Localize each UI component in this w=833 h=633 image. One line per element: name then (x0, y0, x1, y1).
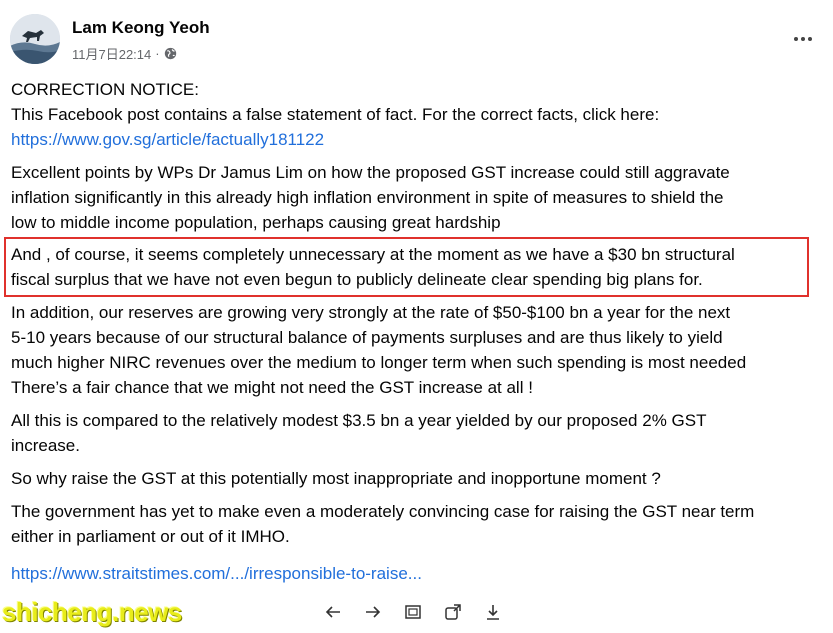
paragraph-3-line-4: There’s a fair chance that we might not … (11, 378, 533, 397)
post-meta: 11月7日22:14 · (72, 44, 177, 63)
paragraph-6-line-2: either in parliament or out of it IMHO. (11, 527, 290, 546)
arrow-left-icon[interactable] (322, 601, 343, 622)
post-body: CORRECTION NOTICE: This Facebook post co… (4, 77, 826, 586)
correction-text: This Facebook post contains a false stat… (11, 105, 660, 124)
paragraph-6-line-1: The government has yet to make even a mo… (11, 502, 755, 521)
paragraph-5: So why raise the GST at this potentially… (11, 469, 661, 488)
arrow-right-icon[interactable] (362, 601, 383, 622)
paragraph-2-line-1: And , of course, it seems completely unn… (11, 245, 735, 264)
paragraph-3-line-2: 5-10 years because of our structural bal… (11, 328, 723, 347)
correction-title: CORRECTION NOTICE: (11, 80, 199, 99)
highlighted-paragraph: And , of course, it seems completely unn… (4, 237, 809, 297)
correction-link[interactable]: https://www.gov.sg/article/factually1811… (11, 130, 324, 149)
download-icon[interactable] (482, 601, 503, 622)
post-timestamp[interactable]: 11月7日22:14 (72, 44, 151, 63)
author-name[interactable]: Lam Keong Yeoh (72, 18, 210, 38)
paragraph-4-line-2: increase. (11, 436, 80, 455)
paragraph-4-line-1: All this is compared to the relatively m… (11, 411, 707, 430)
paragraph-1-line-3: low to middle income population, perhaps… (11, 213, 501, 232)
image-toolbar (322, 601, 503, 622)
meta-separator: · (155, 46, 160, 61)
article-link[interactable]: https://www.straitstimes.com/.../irrespo… (11, 564, 422, 583)
paragraph-1-line-2: inflation significantly in this already … (11, 188, 724, 207)
watermark-logo: shicheng.news (2, 597, 182, 627)
share-icon[interactable] (442, 601, 463, 622)
more-options-icon[interactable] (789, 30, 817, 48)
paragraph-3-line-1: In addition, our reserves are growing ve… (11, 303, 731, 322)
globe-icon (164, 47, 177, 60)
paragraph-2-line-2: fiscal surplus that we have not even beg… (11, 270, 703, 289)
avatar[interactable] (10, 14, 60, 64)
frame-icon[interactable] (402, 601, 423, 622)
post-header: Lam Keong Yeoh 11月7日22:14 · (10, 14, 823, 66)
paragraph-3-line-3: much higher NIRC revenues over the mediu… (11, 353, 747, 372)
paragraph-1-line-1: Excellent points by WPs Dr Jamus Lim on … (11, 163, 730, 182)
